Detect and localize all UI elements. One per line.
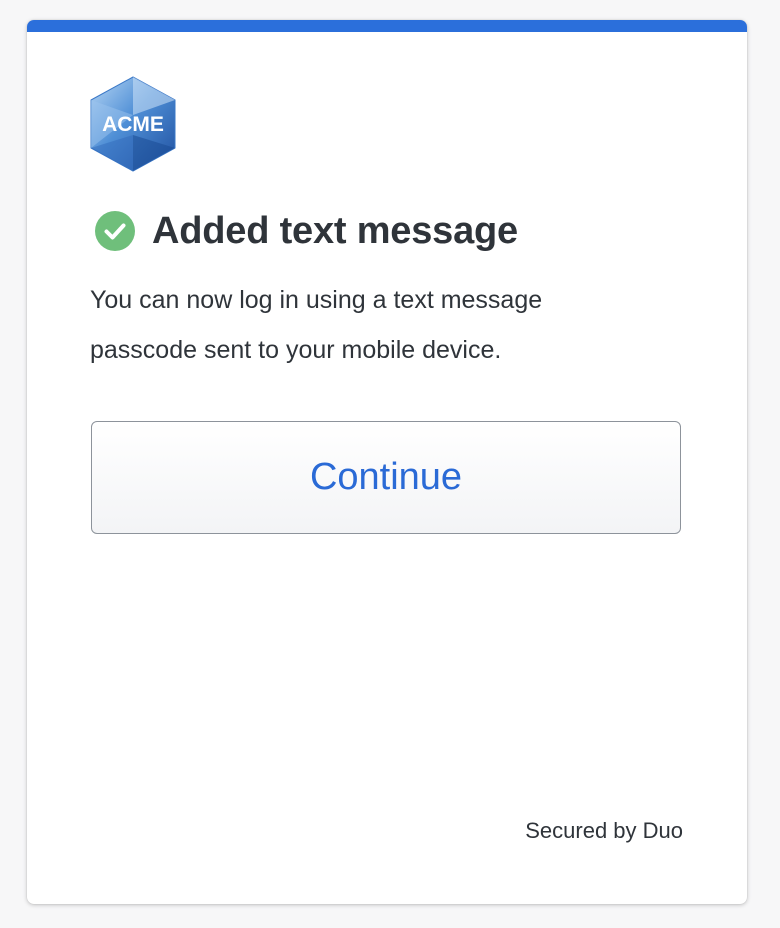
page-title: Added text message <box>152 210 518 252</box>
confirmation-message: You can now log in using a text message … <box>90 286 543 364</box>
secured-by-duo: Secured by Duo <box>525 818 683 843</box>
auth-card: ACME Added text message You can now log … <box>27 20 747 904</box>
check-circle-icon <box>94 210 136 252</box>
accent-bar <box>27 20 747 32</box>
status-heading-row: Added text message <box>94 206 518 256</box>
continue-button[interactable]: Continue <box>91 421 681 534</box>
logo-text: ACME <box>102 113 164 136</box>
acme-logo: ACME <box>89 75 177 173</box>
